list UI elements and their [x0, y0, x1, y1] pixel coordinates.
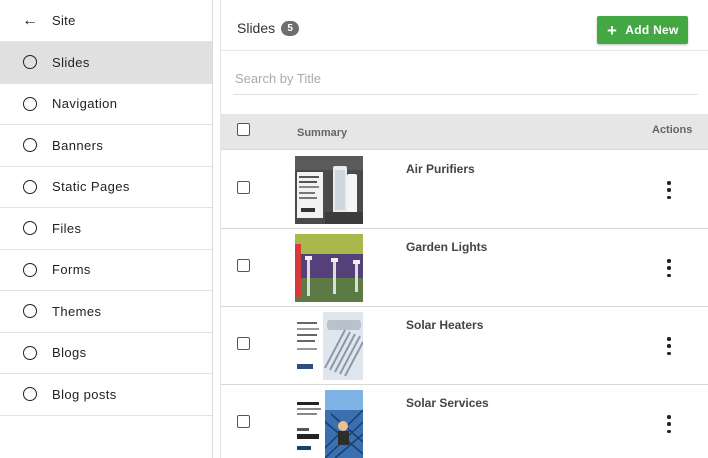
sidebar-item-label: Forms	[52, 262, 91, 278]
row-title[interactable]: Garden Lights	[406, 240, 487, 254]
row-checkbox[interactable]	[237, 337, 250, 350]
table-row: Solar Heaters	[221, 307, 708, 385]
page-title-text: Slides	[237, 20, 276, 36]
sidebar-item-label: Themes	[52, 303, 102, 319]
arrow-left-icon: ←	[22, 11, 38, 29]
add-new-button[interactable]: + Add New	[597, 16, 688, 44]
sidebar-item-label: Slides	[52, 54, 90, 70]
sidebar-item-slides[interactable]: Slides	[0, 42, 212, 84]
plus-icon: +	[607, 20, 618, 40]
radio-icon	[23, 262, 37, 277]
radio-icon	[23, 55, 37, 70]
search-input[interactable]	[233, 63, 698, 93]
table-row: Garden Lights	[221, 229, 708, 307]
solar-services-thumbnail[interactable]	[295, 390, 363, 458]
page-title: Slides 5	[237, 20, 300, 36]
radio-icon	[23, 96, 37, 111]
garden-lights-thumbnail[interactable]	[295, 234, 363, 302]
sidebar-item-label: Blogs	[52, 345, 87, 361]
row-title[interactable]: Air Purifiers	[406, 162, 475, 176]
panel-header: Slides 5 + Add New	[221, 0, 708, 51]
sidebar-item-blog-posts[interactable]: Blog posts	[0, 374, 212, 416]
sidebar-item-label: Files	[52, 220, 82, 236]
sidebar-item-label: Banners	[52, 137, 104, 153]
row-checkbox[interactable]	[237, 415, 250, 428]
more-vert-icon[interactable]	[661, 259, 677, 277]
sidebar-item-label: Static Pages	[52, 179, 130, 195]
table-header: Summary Actions	[221, 114, 708, 150]
sidebar: ← Site Slides Navigation Banners Static …	[0, 0, 213, 458]
sidebar-item-banners[interactable]: Banners	[0, 125, 212, 167]
row-checkbox[interactable]	[237, 259, 250, 272]
more-vert-icon[interactable]	[661, 181, 677, 199]
air-purifier-thumbnail[interactable]	[295, 156, 363, 224]
sidebar-item-navigation[interactable]: Navigation	[0, 84, 212, 125]
app-window: ← Site Slides Navigation Banners Static …	[0, 0, 708, 458]
row-title[interactable]: Solar Heaters	[406, 318, 483, 332]
radio-icon	[23, 387, 37, 402]
main-panel: Slides 5 + Add New Summary Actions	[220, 0, 708, 458]
sidebar-item-blogs[interactable]: Blogs	[0, 333, 212, 374]
solar-heaters-thumbnail[interactable]	[295, 312, 363, 380]
sidebar-item-label: Blog posts	[52, 386, 117, 402]
table-row: Solar Services	[221, 385, 708, 458]
select-all-checkbox[interactable]	[237, 123, 250, 136]
radio-icon	[23, 345, 37, 360]
search-field	[233, 63, 698, 95]
more-vert-icon[interactable]	[661, 337, 677, 355]
column-header-actions: Actions	[652, 124, 693, 136]
sidebar-item-label: Navigation	[52, 96, 118, 112]
sidebar-item-themes[interactable]: Themes	[0, 291, 212, 333]
sidebar-back-label: Site	[52, 13, 76, 28]
more-vert-icon[interactable]	[661, 415, 677, 433]
sidebar-back-link[interactable]: ← Site	[0, 0, 212, 42]
row-title[interactable]: Solar Services	[406, 396, 489, 410]
radio-icon	[23, 138, 37, 153]
radio-icon	[23, 304, 37, 319]
table-row: Air Purifiers	[221, 151, 708, 229]
sidebar-item-files[interactable]: Files	[0, 208, 212, 250]
row-checkbox[interactable]	[237, 181, 250, 194]
column-header-summary: Summary	[297, 127, 348, 139]
count-badge: 5	[281, 20, 300, 36]
sidebar-item-static-pages[interactable]: Static Pages	[0, 167, 212, 208]
sidebar-item-forms[interactable]: Forms	[0, 250, 212, 291]
radio-icon	[23, 221, 37, 236]
add-new-label: Add New	[625, 23, 679, 37]
radio-icon	[23, 179, 37, 194]
